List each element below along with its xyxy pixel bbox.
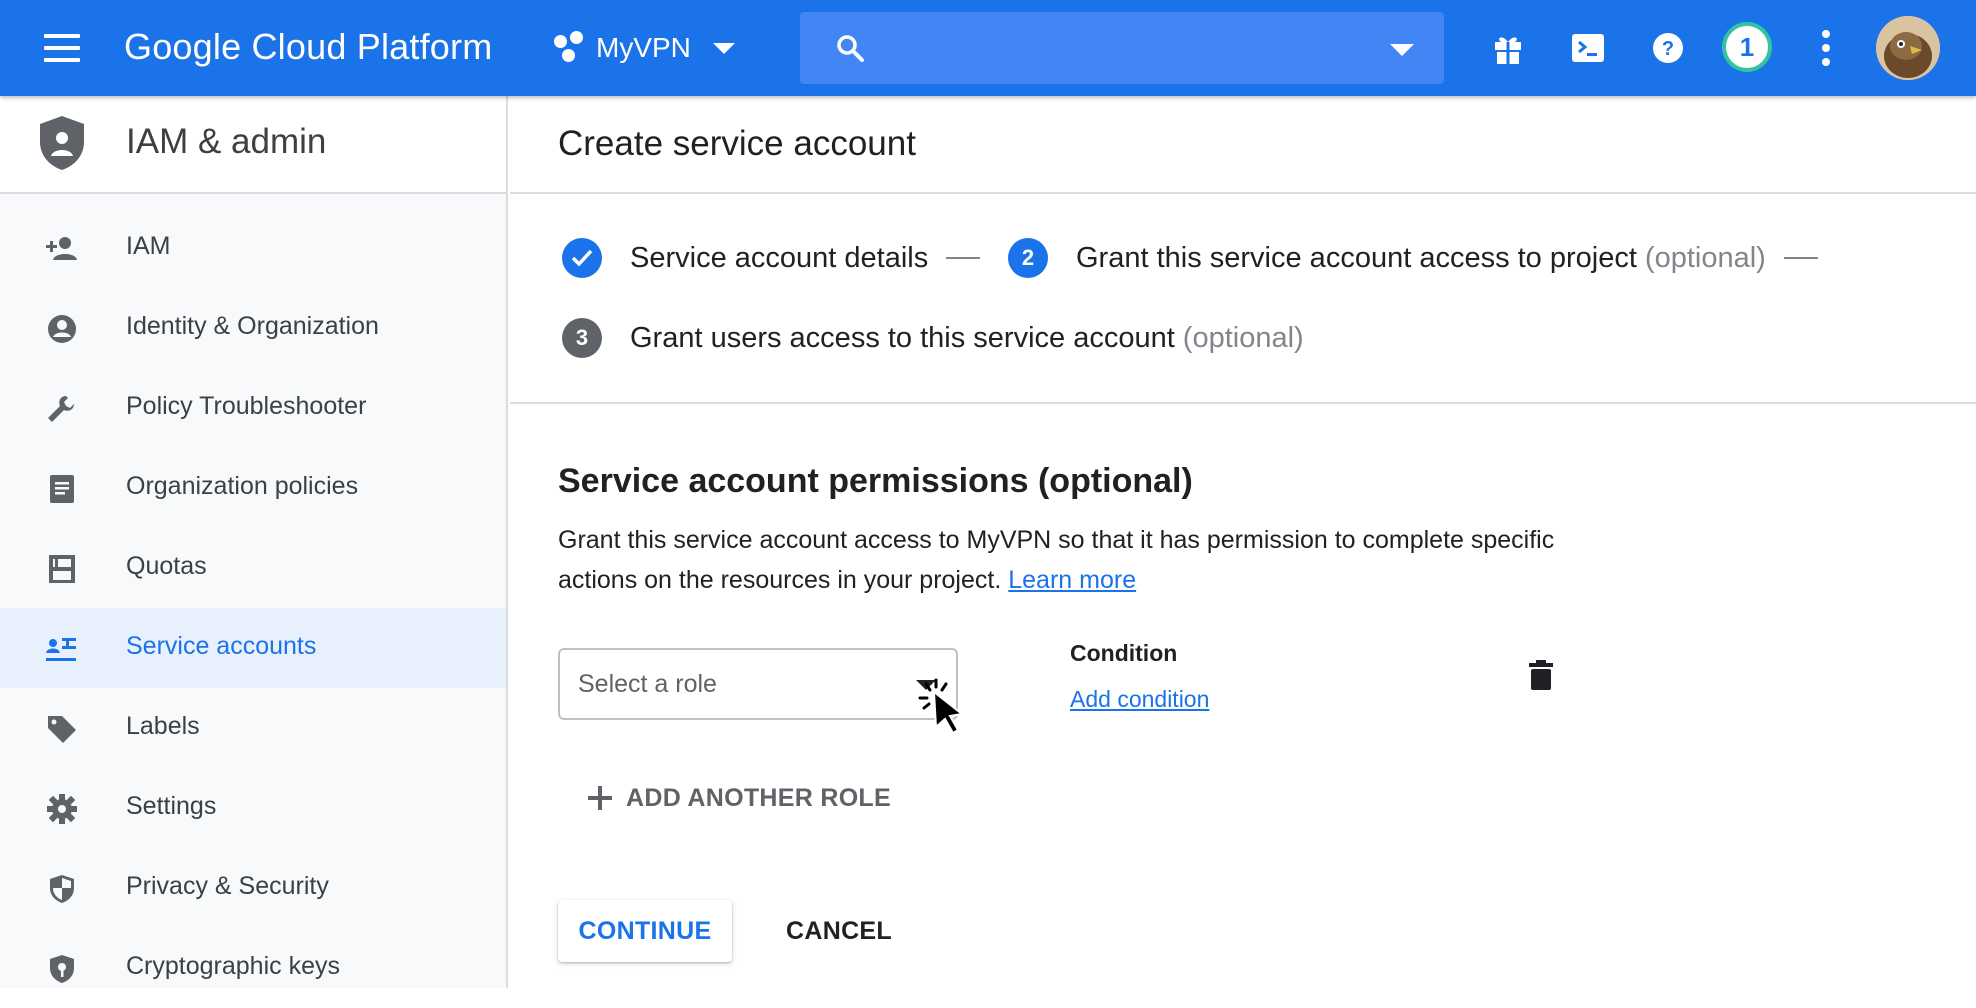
step-connector [1783, 257, 1818, 259]
svg-text:?: ? [1662, 38, 1674, 60]
search-input[interactable] [800, 12, 1444, 84]
account-circle-icon [48, 315, 76, 343]
sidebar-item-label: Organization policies [126, 472, 359, 500]
continue-button[interactable]: CONTINUE [558, 900, 732, 962]
gift-icon[interactable] [1488, 28, 1528, 68]
sidebar-title: IAM & admin [126, 122, 327, 161]
search-icon [837, 35, 864, 62]
sidebar-item-settings[interactable]: Settings [0, 768, 506, 848]
label-icon [48, 716, 76, 743]
project-selector[interactable]: MyVPN [552, 26, 735, 70]
step-label: Grant this service account access to pro… [1076, 241, 1637, 274]
step-2[interactable]: 2 Grant this service account access to p… [1008, 238, 1818, 278]
step-optional: (optional) [1182, 321, 1304, 354]
sidebar-item-label: Cryptographic keys [126, 952, 340, 980]
sidebar-item-policy-troubleshooter[interactable]: Policy Troubleshooter [0, 368, 506, 448]
learn-more-link[interactable]: Learn more [1008, 566, 1136, 594]
condition-label: Condition [1070, 640, 1178, 666]
shield-icon [40, 116, 84, 170]
more-vert-icon[interactable] [1816, 30, 1836, 66]
permissions-description: Grant this service account access to MyV… [558, 520, 1558, 600]
add-condition-link[interactable]: Add condition [1070, 686, 1209, 713]
role-select-placeholder: Select a role [578, 670, 717, 698]
quota-icon [49, 555, 75, 583]
person-add-icon [46, 237, 77, 260]
add-another-role-label: ADD ANOTHER ROLE [626, 783, 891, 812]
step-number: 3 [562, 318, 602, 358]
document-icon [50, 475, 74, 503]
key-shield-icon [50, 955, 74, 983]
sidebar-item-label: Policy Troubleshooter [126, 392, 367, 420]
sidebar-item-label: Privacy & Security [126, 872, 329, 900]
sidebar-item-label: Identity & Organization [126, 312, 379, 340]
menu-icon[interactable] [36, 30, 88, 66]
page-title: Create service account [558, 124, 916, 163]
top-app-bar: Google Cloud Platform MyVPN ? 1 [0, 0, 1976, 96]
step-3[interactable]: 3 Grant users access to this service acc… [562, 318, 1304, 358]
sidebar-item-quotas[interactable]: Quotas [0, 528, 506, 608]
search-dropdown-icon[interactable] [1390, 44, 1414, 56]
sidebar-header: IAM & admin [0, 96, 506, 194]
sidebar: IAM & admin IAM Identity & Organization … [0, 96, 508, 988]
service-account-icon [46, 638, 76, 661]
cloud-shell-icon[interactable] [1568, 28, 1608, 68]
cancel-button[interactable]: CANCEL [772, 900, 906, 962]
step-number: 2 [1008, 238, 1048, 278]
step-label: Grant users access to this service accou… [630, 321, 1175, 354]
security-shield-icon [50, 875, 74, 903]
brand-title[interactable]: Google Cloud Platform [124, 26, 492, 68]
chevron-down-icon [712, 42, 735, 54]
role-select[interactable]: Select a role [558, 648, 958, 720]
sidebar-item-label: Quotas [126, 552, 207, 580]
main-content: Create service account Service account d… [510, 96, 1976, 988]
sidebar-item-label: Labels [126, 712, 200, 740]
avatar[interactable] [1876, 16, 1940, 80]
sidebar-item-label: IAM [126, 232, 171, 260]
divider [510, 402, 1976, 404]
help-icon[interactable]: ? [1648, 28, 1688, 68]
sidebar-item-label: Service accounts [126, 632, 317, 660]
notification-badge[interactable]: 1 [1722, 22, 1772, 72]
step-label: Service account details [630, 241, 929, 274]
step-optional: (optional) [1644, 241, 1766, 274]
sidebar-item-privacy-security[interactable]: Privacy & Security [0, 848, 506, 928]
divider [510, 192, 1976, 194]
sidebar-item-labels[interactable]: Labels [0, 688, 506, 768]
sidebar-item-cryptographic-keys[interactable]: Cryptographic keys [0, 928, 506, 1008]
sidebar-item-service-accounts[interactable]: Service accounts [0, 608, 506, 688]
chevron-down-icon [916, 680, 936, 690]
delete-icon[interactable] [1528, 660, 1554, 690]
gear-icon [47, 794, 77, 824]
step-1[interactable]: Service account details [562, 238, 981, 278]
wrench-icon [48, 396, 74, 422]
project-icon [552, 31, 586, 65]
sidebar-item-organization-policies[interactable]: Organization policies [0, 448, 506, 528]
step-connector [946, 257, 981, 259]
sidebar-item-identity-organization[interactable]: Identity & Organization [0, 288, 506, 368]
add-another-role-button[interactable]: ADD ANOTHER ROLE [586, 778, 891, 818]
sidebar-item-iam[interactable]: IAM [0, 208, 506, 288]
sidebar-item-label: Settings [126, 792, 217, 820]
plus-icon [586, 784, 614, 812]
permissions-title: Service account permissions (optional) [558, 462, 1193, 500]
check-icon [562, 238, 602, 278]
project-name: MyVPN [596, 32, 691, 63]
